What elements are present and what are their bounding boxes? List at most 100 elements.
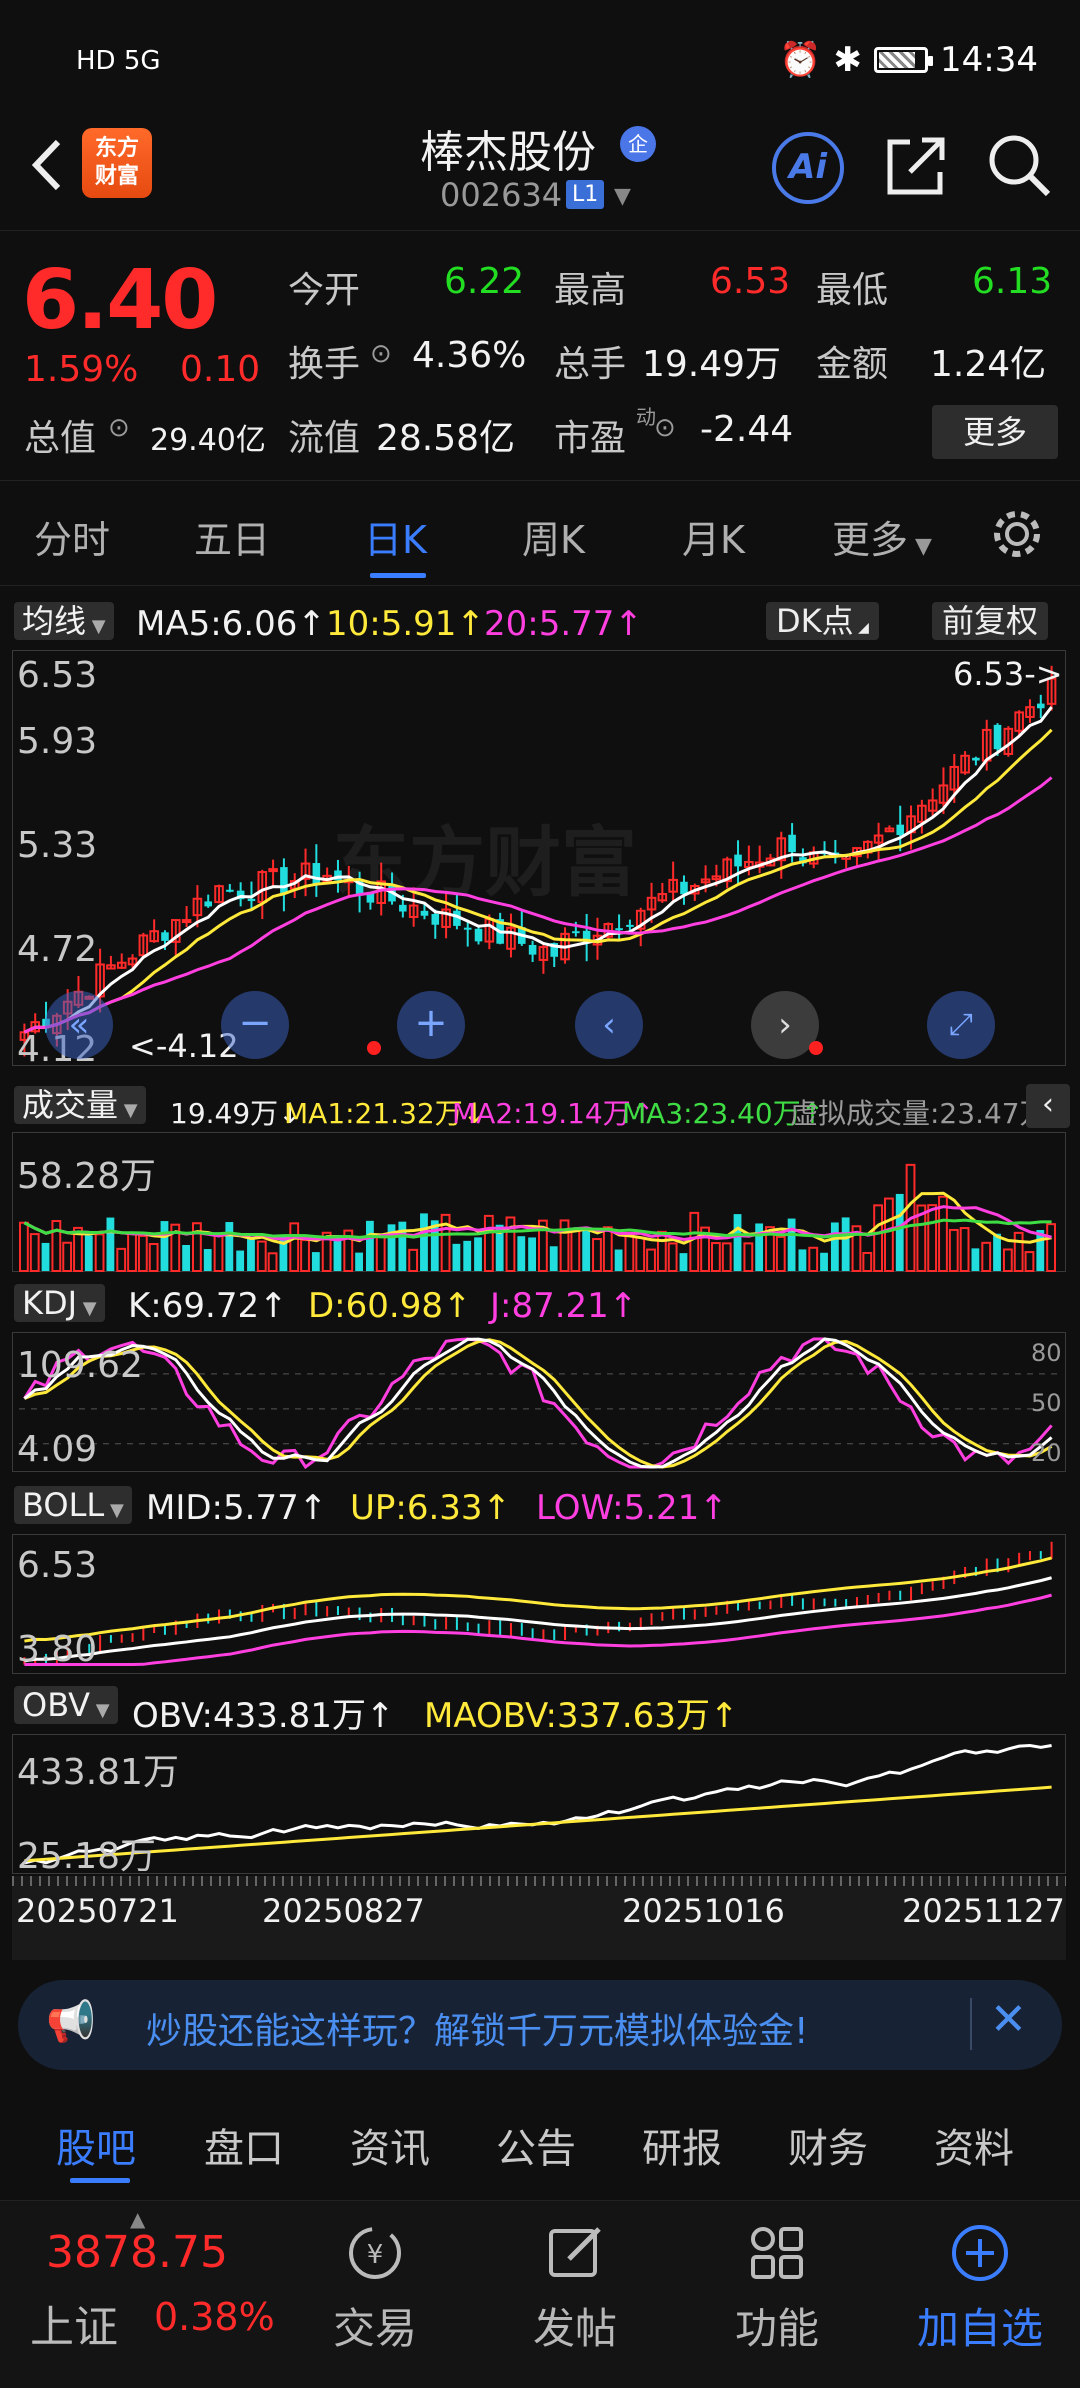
kdj-level: 80 — [1031, 1339, 1062, 1367]
volume-bar — [505, 1216, 516, 1272]
tab-announcements[interactable]: 公告 — [496, 2116, 576, 2174]
tab-more[interactable]: 更多 ▼ — [832, 509, 932, 564]
volume-bar — [711, 1242, 721, 1272]
prev-button[interactable]: ‹ — [575, 991, 643, 1059]
info-icon[interactable]: ⊙ — [370, 339, 392, 369]
volume-bar — [203, 1249, 212, 1271]
post-button[interactable]: 发帖 — [520, 2221, 630, 2356]
volume-bar — [408, 1248, 419, 1273]
volume-bar — [420, 1213, 428, 1271]
caret-down-icon[interactable]: ▼ — [614, 184, 631, 209]
pe-superscript: 动 — [636, 405, 656, 429]
turnover-label: 换手 — [288, 344, 361, 385]
collapse-button[interactable]: ‹ — [1026, 1084, 1070, 1128]
candle-body — [734, 854, 742, 867]
obv-bottom-label: 25.18万 — [17, 1836, 157, 1877]
volume-bar — [106, 1217, 115, 1271]
index-name[interactable]: 上证 — [30, 2291, 118, 2355]
volume-bar — [300, 1239, 310, 1272]
volume-bar — [1002, 1248, 1013, 1272]
index-value[interactable]: 3878.75 — [46, 2227, 228, 2278]
volume-bar — [820, 1252, 828, 1271]
share-button[interactable] — [884, 134, 948, 198]
volume-bar — [483, 1214, 494, 1273]
obv-selector[interactable]: OBV ▼ — [14, 1686, 118, 1724]
add-watchlist-button[interactable]: 加自选 — [900, 2221, 1060, 2356]
tab-research[interactable]: 研报 — [642, 2116, 722, 2174]
volume-chart[interactable]: 58.28万 — [12, 1132, 1066, 1273]
obv-chart[interactable]: 433.81万 25.18万 — [12, 1734, 1066, 1877]
trade-button[interactable]: ¥ 交易 — [320, 2221, 430, 2356]
kline-chart[interactable]: 东方财富 6.53 5.93 5.33 4.72 4.12 6.53-> <-4… — [12, 650, 1066, 1070]
chevron-left-icon — [31, 139, 61, 191]
volume-bar — [808, 1246, 819, 1272]
promo-banner[interactable]: 📢 炒股还能这样玩？解锁千万元模拟体验金! ✕ — [18, 1980, 1062, 2070]
kdj-d: D:60.98↑ — [308, 1286, 472, 1326]
volume-value: 19.49万 — [642, 344, 782, 385]
network-indicator: HD 5G — [76, 46, 161, 76]
volume-bar — [981, 1241, 992, 1272]
tab-five-day[interactable]: 五日 — [194, 509, 270, 564]
boll-top-label: 6.53 — [17, 1545, 98, 1586]
volume-bar — [236, 1250, 245, 1271]
candle-body — [312, 863, 321, 885]
index-change[interactable]: 0.38% — [154, 2295, 275, 2339]
amount-label: 金额 — [816, 344, 889, 385]
volume-bar — [755, 1223, 764, 1271]
change-amount: 0.10 — [180, 349, 261, 390]
candle-body — [431, 913, 440, 925]
kdj-j: J:87.21↑ — [490, 1286, 638, 1326]
fullscreen-button[interactable]: ⤢ — [927, 991, 995, 1059]
volume-bar — [959, 1227, 970, 1272]
tab-minute[interactable]: 分时 — [34, 509, 110, 564]
tab-profile[interactable]: 资料 — [934, 2116, 1014, 2174]
ma-selector[interactable]: 均线 ▼ — [14, 602, 114, 640]
kdj-chart[interactable]: 109.62 4.09 80 50 20 — [12, 1332, 1066, 1472]
search-button[interactable] — [986, 132, 1052, 198]
volume-bar — [289, 1222, 300, 1272]
float-label: 流值 — [288, 418, 361, 459]
level-badge[interactable]: L1 — [566, 180, 605, 209]
volume-bar — [517, 1236, 526, 1271]
app-logo[interactable]: 东方 财富 — [82, 128, 152, 198]
quote-panel: 6.40 1.59% 0.10 今开 6.22 最高 6.53 最低 6.13 … — [0, 230, 1080, 480]
more-button[interactable]: 更多 — [932, 405, 1058, 459]
kdj-selector[interactable]: KDJ ▼ — [14, 1284, 105, 1322]
adjust-button[interactable]: 前复权 — [932, 602, 1049, 640]
back-button[interactable] — [22, 130, 72, 200]
status-bar: HD 5G ⏰ ✱ 14:34 — [0, 0, 1080, 110]
dk-point-button[interactable]: DK点 ◢ — [766, 602, 879, 640]
volume-value: 19.49万↓ — [170, 1097, 302, 1130]
boll-chart[interactable]: 6.53 3.80 — [12, 1534, 1066, 1674]
tab-orderbook[interactable]: 盘口 — [204, 2116, 284, 2174]
info-icon[interactable]: ⊙ — [108, 413, 130, 443]
tab-finance[interactable]: 财务 — [788, 2116, 868, 2174]
tab-news[interactable]: 资讯 — [350, 2116, 430, 2174]
tab-daily-k[interactable]: 日K — [364, 509, 427, 564]
volume-selector[interactable]: 成交量 ▼ — [14, 1086, 146, 1124]
virtual-volume: 虚拟成交量:23.47万 — [790, 1097, 1048, 1130]
scroll-left-end-button[interactable]: « — [45, 991, 113, 1059]
volume-bar — [862, 1251, 873, 1272]
grid-icon — [751, 2227, 803, 2279]
zoom-in-button[interactable]: + — [397, 991, 465, 1059]
volume-bar — [398, 1221, 407, 1271]
stock-code: 002634 — [440, 176, 563, 214]
info-icon[interactable]: ⊙ — [654, 413, 676, 443]
candle-body — [474, 928, 483, 942]
candle-body — [226, 889, 234, 892]
volume-bar — [679, 1253, 688, 1271]
zoom-out-button[interactable]: − — [221, 991, 289, 1059]
settings-button[interactable] — [990, 507, 1044, 565]
boll-selector[interactable]: BOLL ▼ — [14, 1486, 132, 1524]
tab-monthly-k[interactable]: 月K — [682, 509, 745, 564]
volume-bar — [656, 1230, 667, 1272]
tab-weekly-k[interactable]: 周K — [522, 509, 585, 564]
volume-bar — [614, 1249, 623, 1271]
close-icon[interactable]: ✕ — [990, 1994, 1027, 2045]
boll-svg — [23, 1541, 1053, 1667]
date-label: 20250827 — [262, 1892, 425, 1930]
tab-forum[interactable]: 股吧 — [56, 2116, 136, 2174]
functions-button[interactable]: 功能 — [722, 2221, 832, 2356]
ai-button[interactable]: Ai — [772, 132, 844, 204]
